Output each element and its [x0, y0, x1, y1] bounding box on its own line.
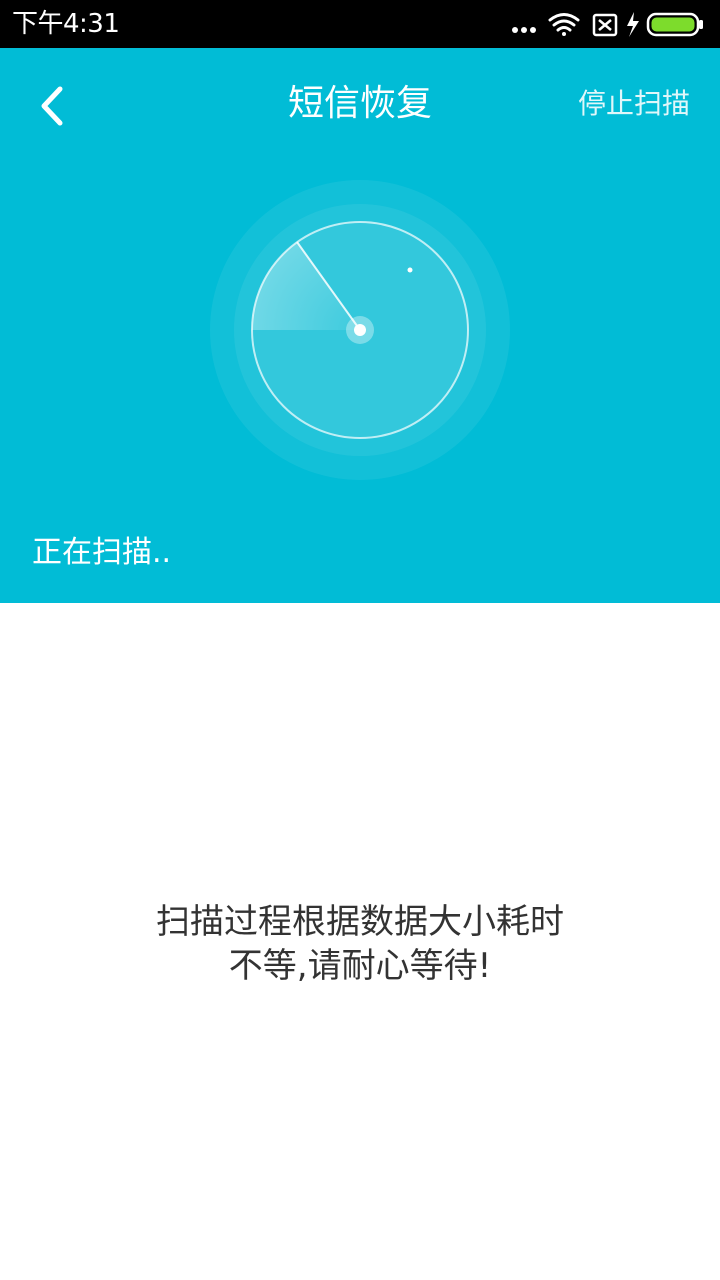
scan-hint-line-1: 扫描过程根据数据大小耗时: [156, 902, 564, 942]
status-bar: 下午4:31: [0, 0, 720, 48]
header: 短信恢复 停止扫描 正在扫描..: [0, 48, 720, 603]
charging-icon: [627, 12, 639, 37]
status-time: 下午4:31: [12, 9, 120, 39]
scan-hint-line-2: 不等,请耐心等待!: [228, 946, 492, 986]
wifi-icon: [548, 13, 580, 36]
status-icons: [508, 9, 708, 39]
scan-hint: 扫描过程根据数据大小耗时 不等,请耐心等待!: [60, 900, 660, 988]
radar-scan-graphic: [210, 180, 510, 480]
radar-icon: [210, 180, 510, 480]
scanning-status: 正在扫描..: [32, 535, 172, 570]
more-dots-icon: [512, 27, 536, 33]
no-sim-icon: [592, 13, 618, 37]
stop-scan-button[interactable]: 停止扫描: [578, 84, 690, 124]
battery-icon: [646, 12, 703, 37]
